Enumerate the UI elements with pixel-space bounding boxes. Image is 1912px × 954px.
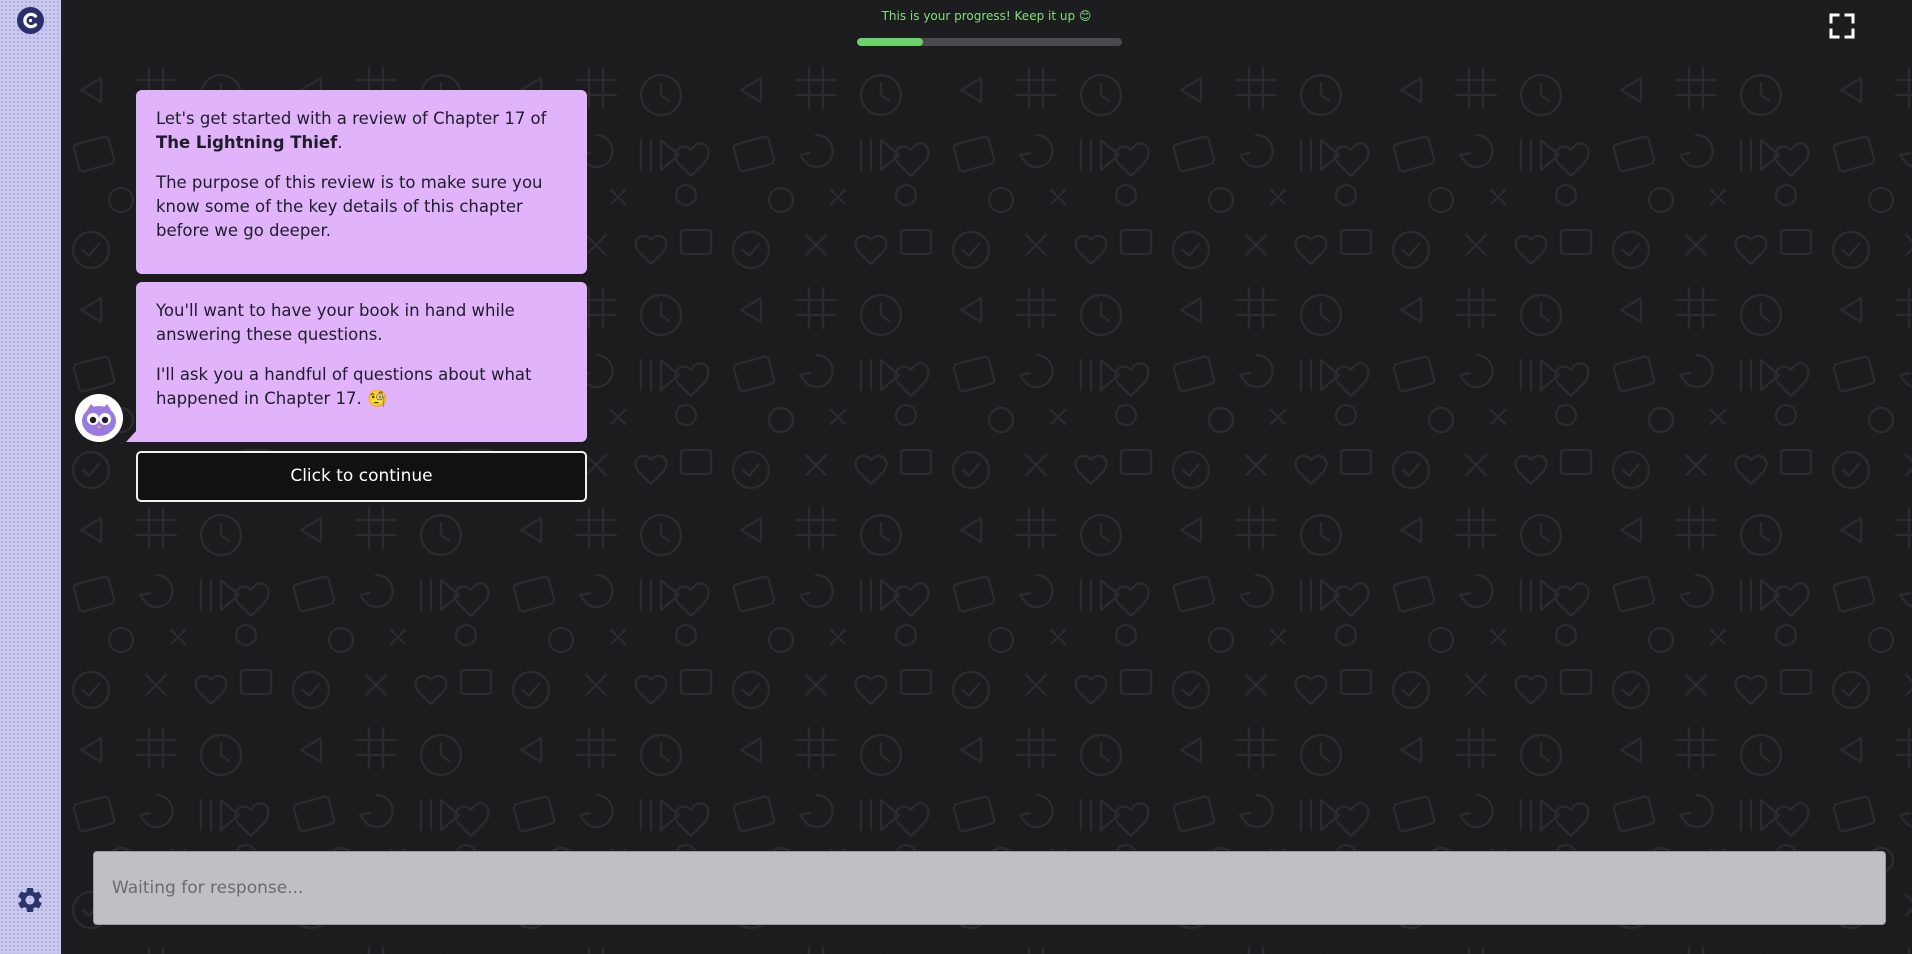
progress-label: This is your progress! Keep it up 😊 bbox=[881, 9, 1092, 23]
chat-message: You'll want to have your book in hand wh… bbox=[136, 282, 587, 442]
chat-message: Let's get started with a review of Chapt… bbox=[136, 90, 587, 274]
message-paragraph: You'll want to have your book in hand wh… bbox=[156, 301, 515, 344]
message-paragraph: The purpose of this review is to make su… bbox=[156, 173, 543, 240]
response-input-container bbox=[93, 851, 1886, 925]
main-area: This is your progress! Keep it up 😊 Let'… bbox=[61, 0, 1912, 954]
top-bar: This is your progress! Keep it up 😊 bbox=[61, 0, 1912, 60]
message-paragraph: I'll ask you a handful of questions abou… bbox=[156, 365, 532, 408]
gear-icon[interactable] bbox=[15, 885, 45, 915]
message-text: Let's get started with a review of Chapt… bbox=[156, 109, 547, 128]
sidebar bbox=[0, 0, 61, 954]
progress-bar-fill bbox=[857, 38, 924, 46]
logo-icon[interactable] bbox=[16, 6, 45, 35]
app: This is your progress! Keep it up 😊 Let'… bbox=[0, 0, 1912, 954]
progress-bar bbox=[857, 38, 1122, 46]
message-paragraph: Let's get started with a review of Chapt… bbox=[156, 107, 567, 155]
message-text: . bbox=[337, 133, 343, 152]
response-input[interactable] bbox=[94, 852, 1885, 924]
fullscreen-icon[interactable] bbox=[1829, 13, 1855, 39]
book-title: The Lightning Thief bbox=[156, 133, 338, 152]
owl-avatar-icon bbox=[75, 394, 123, 442]
bubble-tail bbox=[126, 430, 137, 442]
continue-button[interactable]: Click to continue bbox=[136, 451, 587, 502]
